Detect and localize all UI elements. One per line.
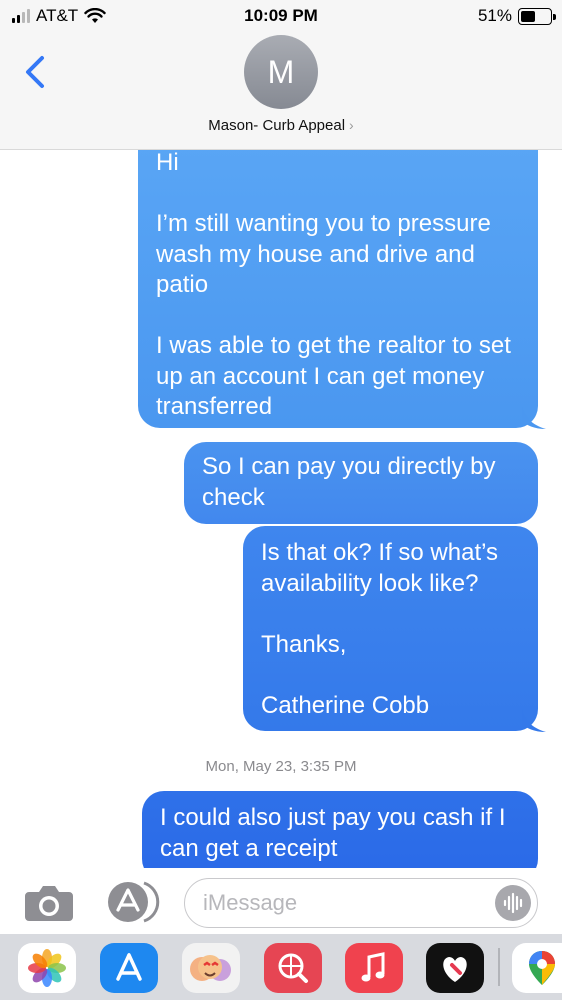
- app-drawer: [0, 934, 562, 1000]
- chevron-right-icon: ›: [349, 117, 354, 133]
- message-timestamp: Mon, May 23, 3:35 PM: [0, 758, 562, 775]
- message-bubble[interactable]: Is that ok? If so what’s availability lo…: [243, 526, 538, 731]
- avatar-initial: M: [267, 53, 295, 90]
- music-app-icon[interactable]: [345, 943, 403, 993]
- conversation-header: AT&T 10:09 PM 51% M Mason- Curb Appeal ›: [0, 0, 562, 150]
- photos-flower-icon: [28, 949, 66, 987]
- message-input[interactable]: [203, 887, 483, 919]
- contact-name: Mason- Curb Appeal: [208, 117, 346, 134]
- compose-bar: [0, 868, 562, 934]
- status-bar: AT&T 10:09 PM 51%: [0, 0, 562, 34]
- map-pin-icon: [529, 951, 555, 985]
- contact-name-button[interactable]: Mason- Curb Appeal ›: [0, 117, 562, 134]
- bubble-tail: [522, 708, 546, 732]
- battery-icon: [518, 7, 556, 25]
- heart-app-icon[interactable]: [426, 943, 484, 993]
- apps-button[interactable]: [104, 880, 160, 924]
- maps-app-icon[interactable]: [512, 943, 562, 993]
- music-note-icon: [361, 952, 385, 982]
- photos-app-icon[interactable]: [18, 943, 76, 993]
- drawer-divider: [498, 948, 500, 986]
- heart-icon: [443, 957, 467, 982]
- message-bubble[interactable]: I could also just pay you cash if I can …: [142, 791, 538, 868]
- app-store-icon: [108, 881, 160, 923]
- camera-button[interactable]: [24, 884, 74, 922]
- contact-avatar[interactable]: M: [244, 35, 318, 109]
- message-input-container[interactable]: [184, 878, 538, 928]
- camera-icon: [25, 886, 73, 921]
- chevron-left-icon: [26, 56, 44, 88]
- message-bubble[interactable]: Hi I’m still wanting you to pressure was…: [138, 150, 538, 428]
- battery-percent: 51%: [477, 6, 512, 25]
- audio-message-button[interactable]: [495, 885, 531, 921]
- image-search-app-icon[interactable]: [264, 943, 322, 993]
- waveform-icon: [503, 892, 523, 914]
- message-bubble[interactable]: So I can pay you directly by check: [184, 442, 538, 524]
- message-thread[interactable]: Hi I’m still wanting you to pressure was…: [0, 150, 562, 868]
- app-store-glyph-icon: [116, 953, 142, 981]
- bubble-tail: [522, 405, 546, 429]
- timestamp-day: Mon, May 23,: [205, 758, 297, 775]
- globe-search-icon: [278, 953, 308, 983]
- app-store-app-icon[interactable]: [100, 943, 158, 993]
- memoji-faces-icon: [190, 955, 231, 981]
- back-button[interactable]: [18, 52, 54, 92]
- timestamp-time: 3:35 PM: [300, 758, 357, 775]
- memoji-app-icon[interactable]: [182, 943, 240, 993]
- status-right: 51%: [477, 6, 556, 26]
- battery-level-fill: [521, 10, 536, 22]
